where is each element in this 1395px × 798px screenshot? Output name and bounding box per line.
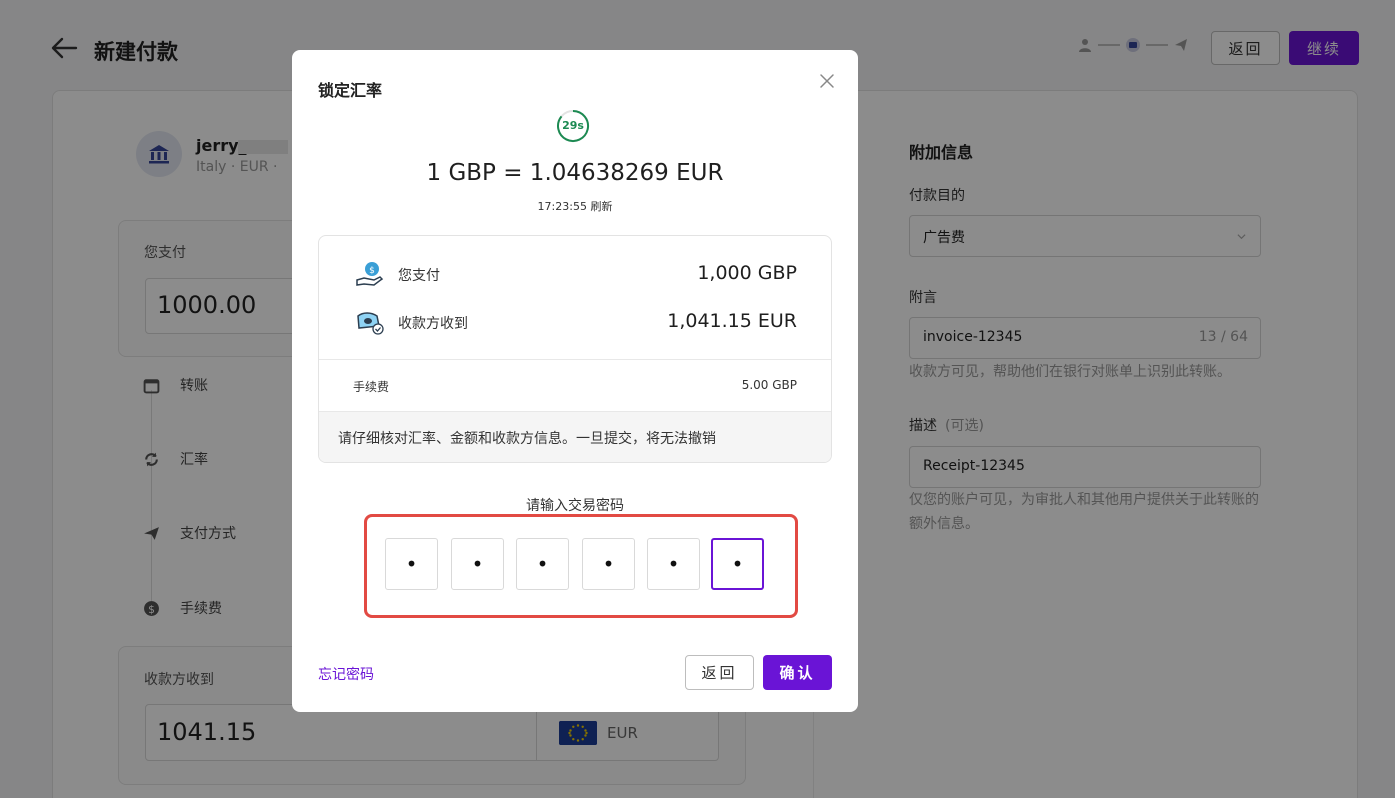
password-digit-active[interactable]: • bbox=[711, 538, 764, 590]
receive-summary-value: 1,041.15 EUR bbox=[667, 310, 797, 332]
dialog-title: 锁定汇率 bbox=[318, 81, 383, 100]
close-icon[interactable] bbox=[818, 72, 836, 90]
hand-coin-icon: $ bbox=[356, 262, 384, 286]
divider bbox=[319, 359, 831, 360]
password-digit[interactable]: • bbox=[516, 538, 569, 590]
lock-rate-dialog: 锁定汇率 29s 1 GBP = 1.04638269 EUR 17:23:55… bbox=[292, 50, 858, 712]
refresh-time: 17:23:55 刷新 bbox=[537, 200, 613, 213]
you-pay-summary-label: 您支付 bbox=[398, 268, 440, 284]
password-digit[interactable]: • bbox=[451, 538, 504, 590]
money-received-icon bbox=[357, 312, 384, 335]
password-label: 请输入交易密码 bbox=[526, 498, 624, 514]
forgot-password-link[interactable]: 忘记密码 bbox=[318, 664, 374, 684]
password-digit[interactable]: • bbox=[385, 538, 438, 590]
countdown-text: 29s bbox=[562, 119, 584, 132]
exchange-rate: 1 GBP = 1.04638269 EUR bbox=[426, 160, 724, 186]
payment-summary: $ 您支付 1,000 GBP 收款方收到 1,041.15 EUR 手续费 5… bbox=[318, 235, 832, 463]
dialog-back-button[interactable]: 返回 bbox=[685, 655, 754, 690]
receive-summary-label: 收款方收到 bbox=[398, 316, 468, 332]
you-pay-summary-value: 1,000 GBP bbox=[697, 262, 797, 284]
warning-notice: 请仔细核对汇率、金额和收款方信息。一旦提交，将无法撤销 bbox=[319, 411, 831, 462]
password-digit[interactable]: • bbox=[647, 538, 700, 590]
fee-label: 手续费 bbox=[353, 380, 390, 394]
svg-text:$: $ bbox=[369, 266, 375, 276]
confirm-button[interactable]: 确认 bbox=[763, 655, 832, 690]
password-digit[interactable]: • bbox=[582, 538, 635, 590]
fee-value: 5.00 GBP bbox=[741, 378, 797, 392]
